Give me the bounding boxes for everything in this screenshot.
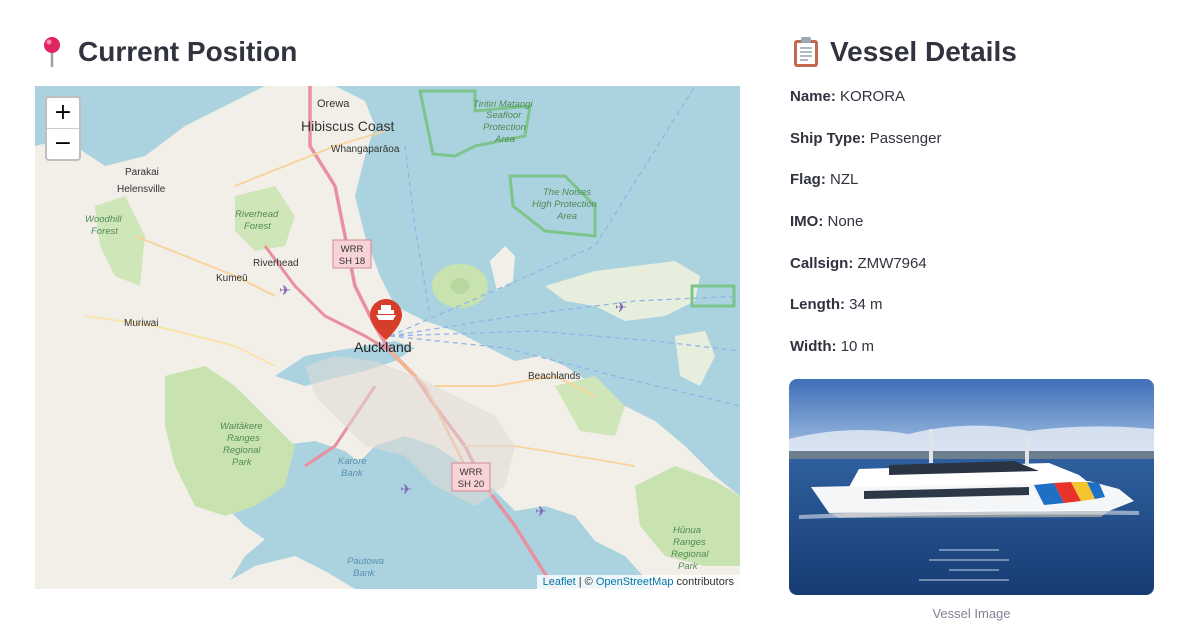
map-label-helensville: Helensville — [117, 184, 166, 195]
detail-flag: Flag: NZL — [790, 171, 859, 189]
detail-ship-type: Ship Type: Passenger — [790, 129, 942, 147]
detail-width: Width: 10 m — [790, 338, 875, 356]
leaflet-link[interactable]: Leaflet — [543, 576, 576, 588]
map-label-noises: The Noises — [543, 187, 591, 198]
detail-callsign: Callsign: ZMW7964 — [790, 254, 927, 272]
airport-icon: ✈ — [615, 299, 627, 315]
map-label-waitakere: Waitākere — [220, 421, 263, 432]
map-label-karore-bank: Karore — [338, 456, 367, 467]
svg-text:Park: Park — [678, 561, 699, 572]
map-label-orewa: Orewa — [317, 98, 350, 110]
svg-text:SH 18: SH 18 — [339, 256, 365, 267]
map-label-parakai: Parakai — [125, 167, 159, 178]
map-label-auckland: Auckland — [354, 339, 412, 355]
details-title-text: Vessel Details — [830, 36, 1017, 67]
map-label-riverhead: Riverhead — [253, 258, 299, 269]
svg-text:Protection: Protection — [483, 122, 526, 133]
airport-icon: ✈ — [279, 282, 291, 298]
svg-text:Bank: Bank — [341, 468, 364, 479]
svg-text:Park: Park — [232, 457, 253, 468]
svg-text:SH 20: SH 20 — [458, 479, 484, 490]
svg-text:WRR: WRR — [341, 244, 364, 255]
openstreetmap-link[interactable]: OpenStreetMap — [596, 576, 674, 588]
vessel-details: Name: KORORA Ship Type: Passenger Flag: … — [790, 88, 1170, 380]
svg-text:Bank: Bank — [353, 568, 376, 579]
zoom-control: + − — [45, 96, 81, 161]
round-pushpin-icon — [44, 37, 60, 68]
svg-text:Ranges: Ranges — [227, 433, 260, 444]
svg-text:WRR: WRR — [460, 467, 483, 478]
vessel-image-caption: Vessel Image — [932, 606, 1011, 621]
map-tiles[interactable]: ✈ ✈ ✈ ✈ Orewa Hibiscus Coast Whangaparāo… — [35, 86, 740, 589]
zoom-in-button[interactable]: + — [47, 98, 79, 129]
map-attribution: Leaflet | © OpenStreetMap contributors — [536, 575, 740, 589]
map-label-pautowa-bank: Pautowa — [347, 556, 384, 567]
vessel-image — [789, 379, 1154, 595]
svg-text:Regional: Regional — [671, 549, 709, 560]
svg-text:Forest: Forest — [244, 221, 271, 232]
map-label-riverhead-forest: Riverhead — [235, 209, 279, 220]
airport-icon: ✈ — [400, 481, 412, 497]
map-title-text: Current Position — [78, 36, 298, 67]
route-shield-sh18: WRR SH 18 — [332, 239, 372, 269]
detail-imo: IMO: None — [790, 213, 864, 231]
svg-text:Regional: Regional — [223, 445, 261, 456]
map-label-hunua: Hūnua — [673, 525, 701, 536]
svg-text:Area: Area — [556, 211, 577, 222]
svg-text:Forest: Forest — [91, 226, 118, 237]
details-section-title: Vessel Details — [792, 34, 1017, 70]
svg-text:Seafloor: Seafloor — [486, 110, 522, 121]
svg-text:Ranges: Ranges — [673, 537, 706, 548]
map-view[interactable]: ✈ ✈ ✈ ✈ Orewa Hibiscus Coast Whangaparāo… — [35, 86, 740, 589]
zoom-out-button[interactable]: − — [47, 129, 79, 159]
map-label-kumeu: Kumeū — [216, 273, 248, 284]
detail-length: Length: 34 m — [790, 296, 883, 314]
map-label-beachlands: Beachlands — [528, 371, 580, 382]
map-label-muriwai: Muriwai — [124, 318, 158, 329]
map-label-woodhill: Woodhill — [85, 214, 122, 225]
svg-text:High Protection: High Protection — [532, 199, 597, 210]
map-section-title: Current Position — [40, 34, 297, 70]
airport-icon: ✈ — [535, 503, 547, 519]
route-shield-sh20: WRR SH 20 — [451, 462, 491, 492]
map-label-tiritiri: Tiritiri Matangi — [473, 99, 533, 110]
map-label-hibiscus-coast: Hibiscus Coast — [301, 118, 394, 134]
svg-text:Area: Area — [494, 134, 515, 145]
clipboard-icon — [794, 37, 818, 67]
map-label-whangaparaoa: Whangaparāoa — [331, 144, 400, 155]
detail-name: Name: KORORA — [790, 88, 906, 105]
